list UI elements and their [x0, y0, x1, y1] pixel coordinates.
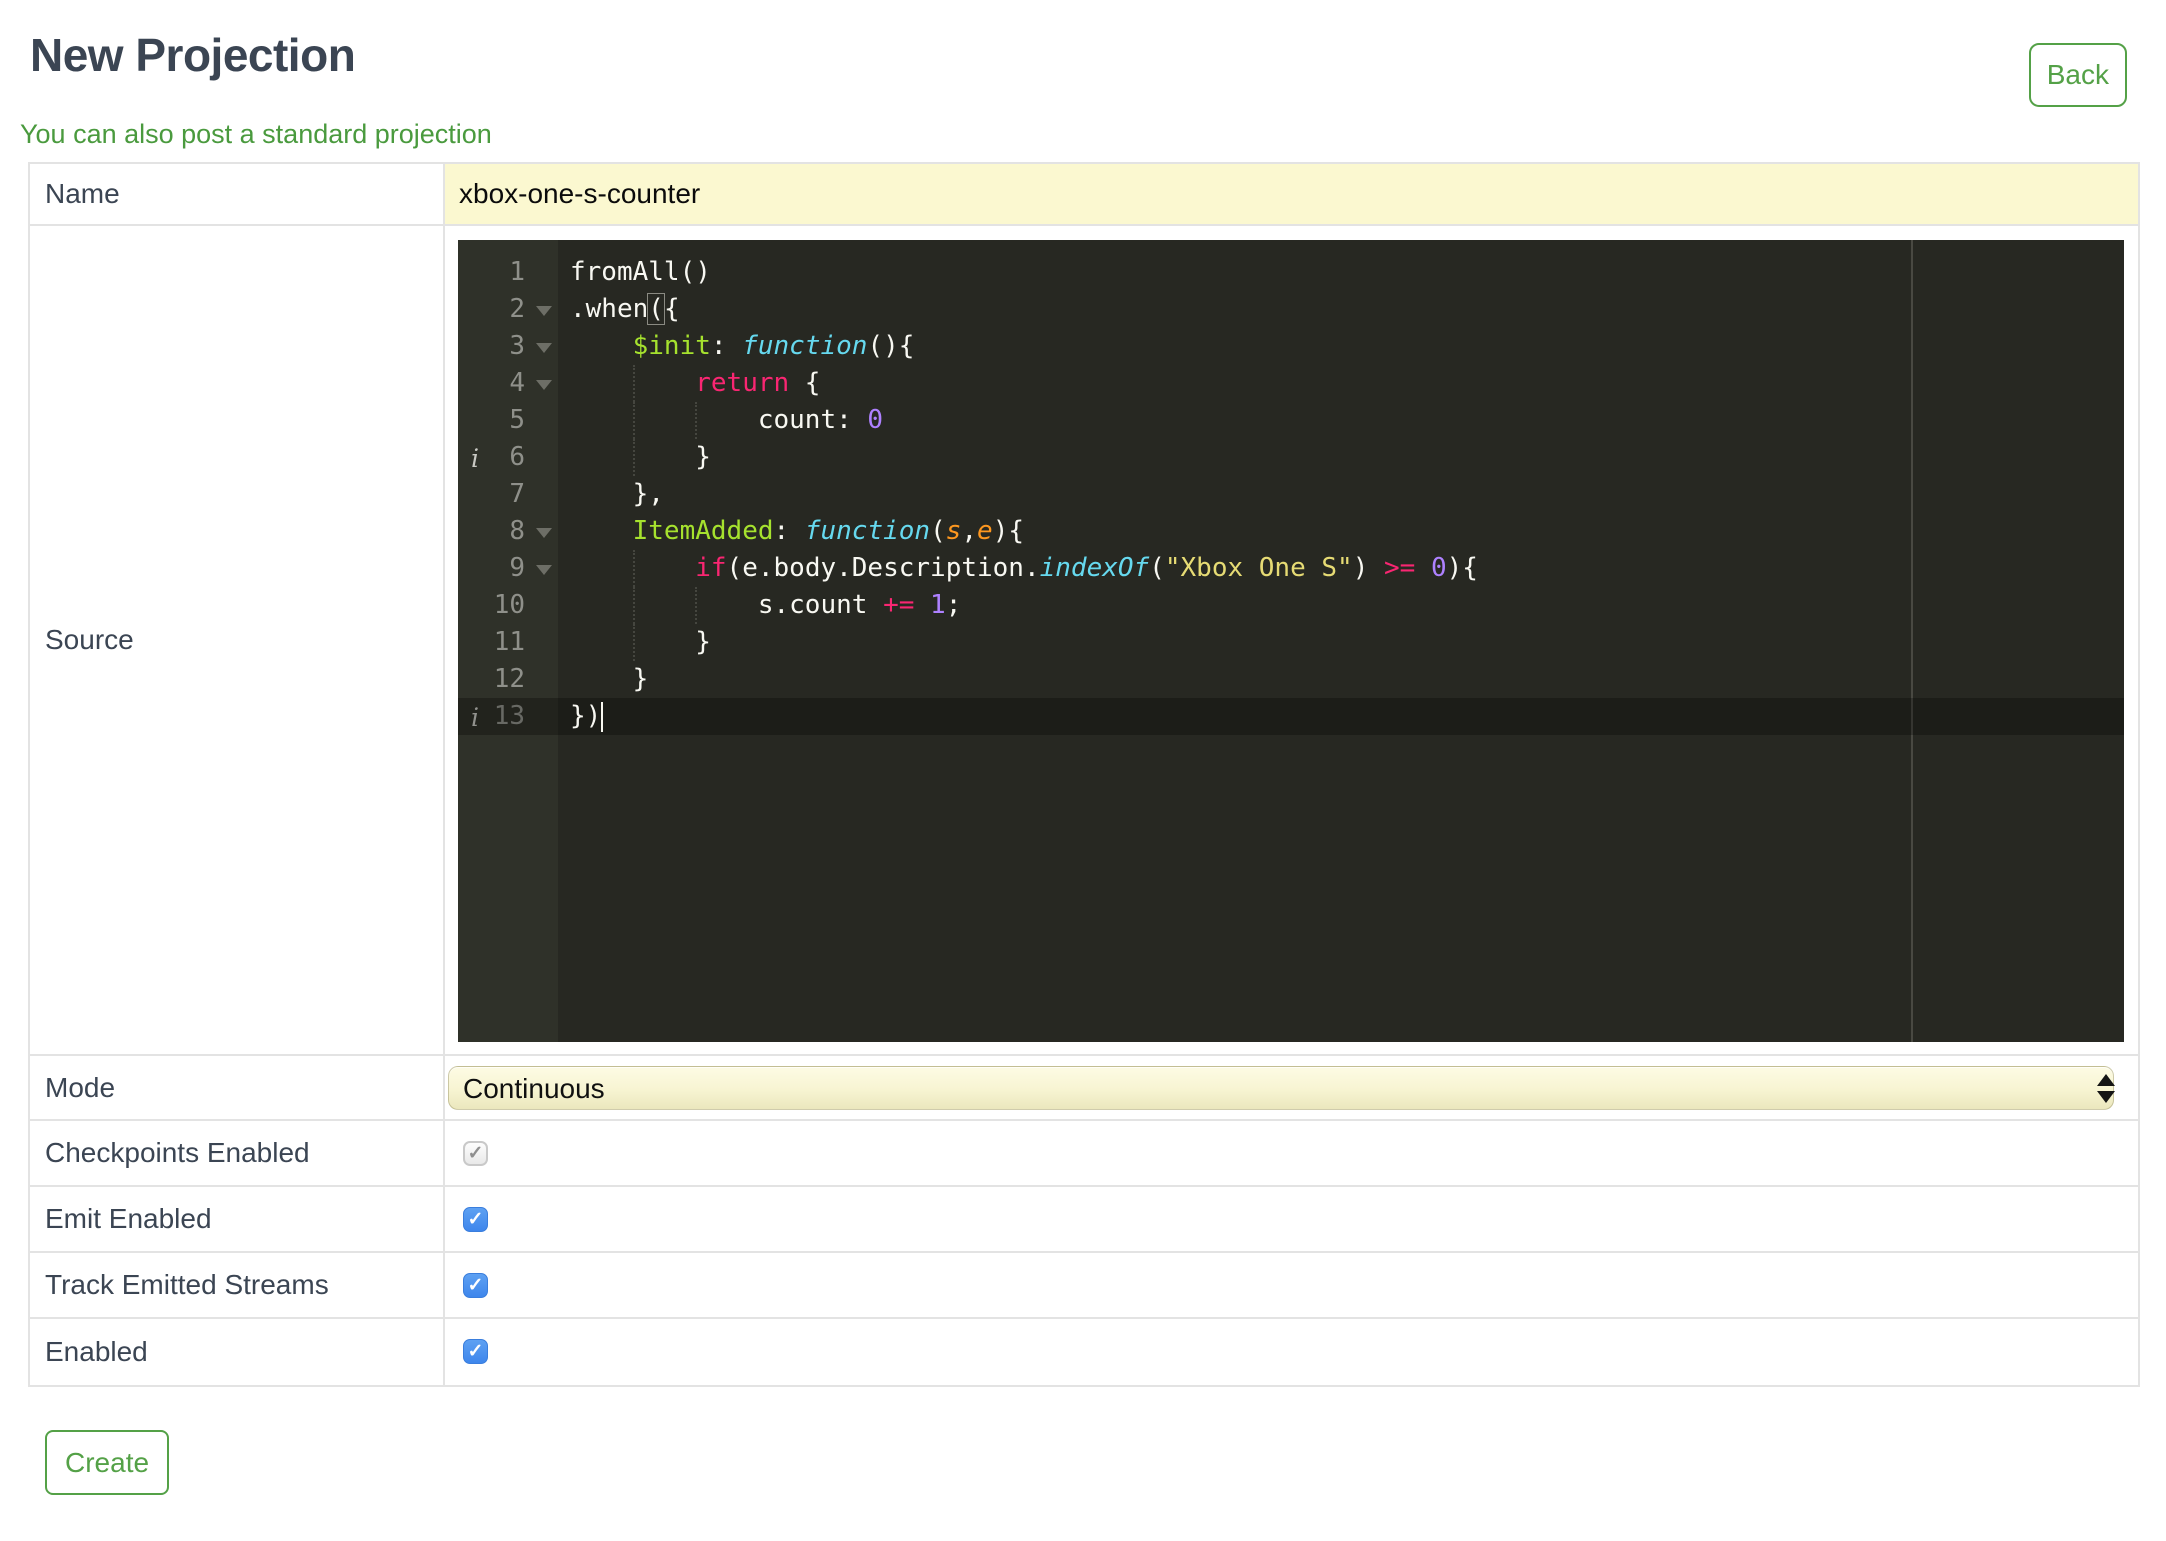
back-button[interactable]: Back: [2028, 43, 2127, 107]
fold-arrow-icon[interactable]: [536, 306, 552, 316]
enabled-checkbox[interactable]: ✓: [463, 1339, 488, 1364]
row-label: Checkpoints Enabled: [30, 1121, 445, 1185]
table-row-enabled: Enabled ✓: [30, 1319, 2138, 1385]
name-input[interactable]: [445, 164, 2138, 224]
table-row-mode: Mode Continuous: [30, 1056, 2138, 1121]
gutter-line-number: 2: [458, 291, 558, 328]
mode-label: Mode: [30, 1056, 445, 1119]
gutter-line-number: 13 i: [458, 698, 558, 735]
info-annotation-icon: i: [471, 444, 479, 473]
create-button[interactable]: Create: [45, 1430, 170, 1495]
gutter-line-number: 5: [509, 405, 525, 435]
indent-guide: [632, 550, 635, 587]
fold-arrow-icon[interactable]: [536, 528, 552, 538]
gutter-line-number: 6i: [458, 439, 558, 476]
info-annotation-icon: i: [471, 703, 479, 732]
projection-form: Name Source 123456i78910111213i fromAll(…: [28, 162, 2140, 1387]
table-row-checkpoints-enabled: Checkpoints Enabled ✓: [30, 1121, 2138, 1187]
code-line: }): [570, 701, 602, 731]
fold-arrow-icon[interactable]: [536, 380, 552, 390]
gutter-line-number: 8: [458, 513, 558, 550]
checkmark-icon: ✓: [467, 1275, 484, 1296]
code-line: ItemAdded: function(s,e){: [632, 516, 1024, 546]
code-line: }: [570, 439, 2124, 476]
mode-select[interactable]: Continuous: [448, 1066, 2115, 1110]
page-header: New Projection Back: [0, 28, 2166, 107]
checkpoints-enabled-checkbox: ✓: [463, 1141, 488, 1166]
emit-enabled-checkbox[interactable]: ✓: [463, 1207, 488, 1232]
code-line: .when({: [570, 293, 680, 325]
checkmark-icon: ✓: [467, 1143, 484, 1164]
code-line: return {: [570, 365, 2124, 402]
source-label: Source: [30, 226, 445, 1054]
indent-guide: [695, 402, 698, 439]
checkmark-icon: ✓: [467, 1209, 484, 1230]
table-row-name: Name: [30, 164, 2138, 226]
code-line: $init: function(){: [632, 331, 915, 361]
gutter-line-number: 1: [509, 257, 525, 287]
indent-guide: [632, 365, 635, 402]
row-label: Emit Enabled: [30, 1187, 445, 1251]
editor-code[interactable]: fromAll() .when({ $init: function(){ retu…: [558, 240, 2124, 1042]
mode-select-value: Continuous: [463, 1073, 605, 1104]
indent-guide: [632, 587, 635, 624]
indent-guide: [632, 624, 635, 661]
fold-arrow-icon[interactable]: [536, 565, 552, 575]
indent-guide: [632, 439, 635, 476]
checkmark-icon: ✓: [467, 1341, 484, 1362]
table-row-source: Source 1 2 3 4 5 6 i 7 8 9 10 11 12 13 i fromAll() .whe…: [30, 226, 2138, 1056]
gutter-line-number: 7: [509, 479, 525, 509]
gutter-line-number: 12: [493, 664, 525, 694]
indent-guide: [632, 402, 635, 439]
code-line: s.count += 1;: [570, 587, 2124, 624]
indent-guide: [695, 587, 698, 624]
gutter-line-number: 3: [458, 328, 558, 365]
text-cursor: [601, 702, 604, 732]
fold-arrow-icon[interactable]: [536, 343, 552, 353]
track-emitted-streams-checkbox[interactable]: ✓: [463, 1273, 488, 1298]
standard-projection-link[interactable]: You can also post a standard projection: [20, 119, 492, 150]
row-label: Enabled: [30, 1319, 445, 1385]
code-line: }: [570, 664, 649, 694]
row-label: Track Emitted Streams: [30, 1253, 445, 1317]
gutter-line-number: 11: [493, 627, 525, 657]
name-label: Name: [30, 164, 445, 224]
gutter-line-number: 10: [493, 590, 525, 620]
code-line: if(e.body.Description.indexOf("Xbox One …: [570, 550, 2124, 587]
code-line: }: [570, 624, 2124, 661]
gutter-line-number: 4: [458, 365, 558, 402]
code-line: fromAll(): [570, 257, 711, 287]
source-code-editor[interactable]: 1 2 3 4 5 6 i 7 8 9 10 11 12 13 i fromAll() .when({ $in…: [458, 240, 2124, 1042]
page-title: New Projection: [30, 29, 356, 81]
editor-gutter: 1 2 3 4 5 6 i 7 8 9 10 11 12 13 i: [458, 240, 558, 1042]
table-row-track-emitted-streams: Track Emitted Streams ✓: [30, 1253, 2138, 1319]
table-row-emit-enabled: Emit Enabled ✓: [30, 1187, 2138, 1253]
code-line: },: [570, 479, 664, 509]
code-line: count: 0: [570, 402, 2124, 439]
gutter-line-number: 9: [458, 550, 558, 587]
